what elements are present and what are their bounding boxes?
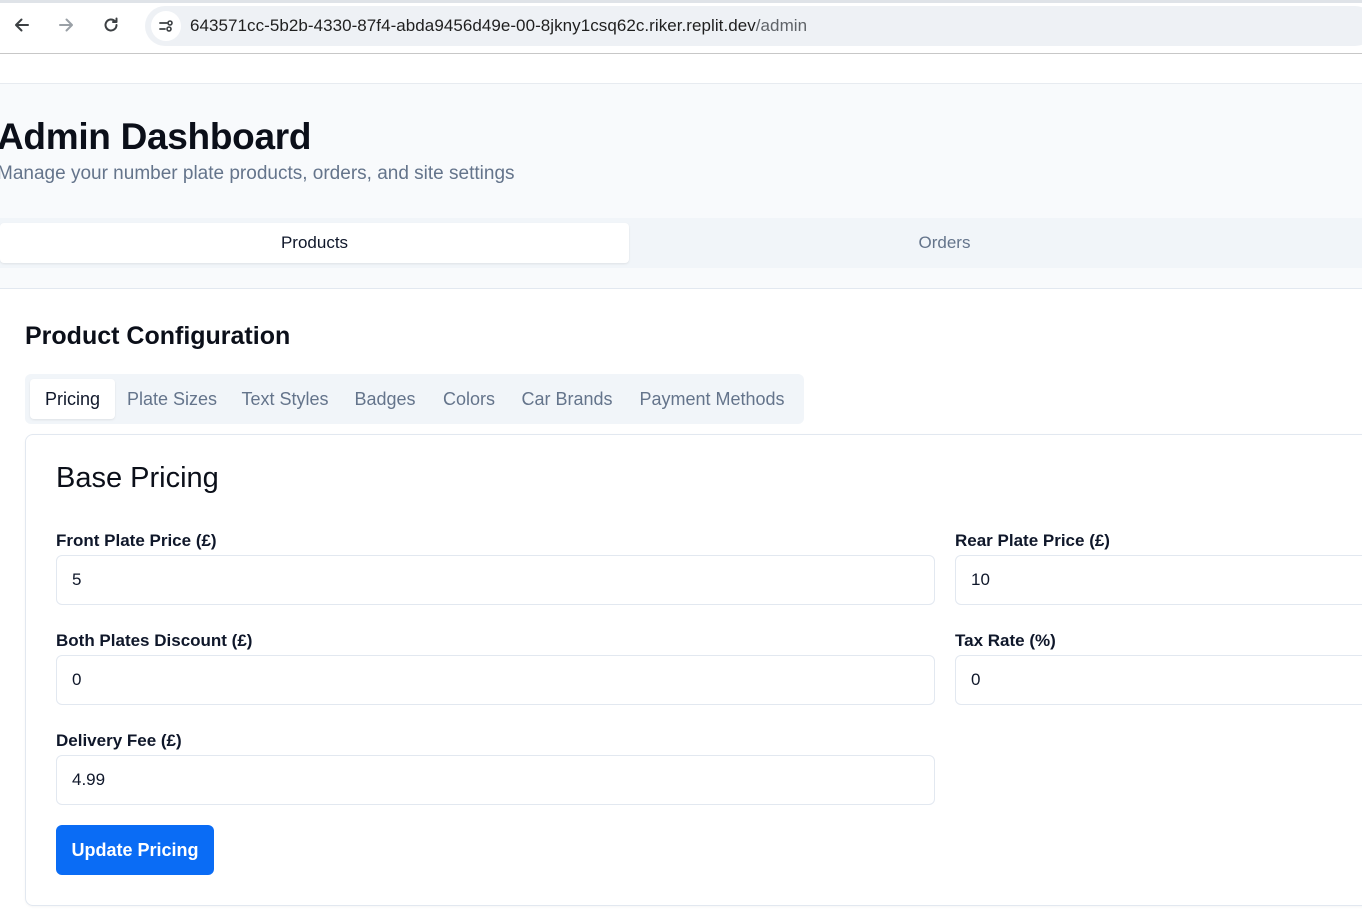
- update-pricing-button[interactable]: Update Pricing: [56, 825, 214, 875]
- tax-rate-label: Tax Rate (%): [955, 631, 1056, 650]
- tab-colors[interactable]: Colors: [429, 379, 509, 419]
- site-settings-icon[interactable]: [151, 11, 181, 41]
- rear-plate-price-input[interactable]: 10: [955, 555, 1362, 605]
- front-plate-price-label: Front Plate Price (£): [56, 531, 217, 550]
- forward-arrow-icon[interactable]: [51, 10, 81, 40]
- url-host: 643571cc-5b2b-4330-87f4-abda9456d49e-00-…: [190, 16, 756, 35]
- page-title: Admin Dashboard: [0, 116, 312, 157]
- main-tabs: Products Orders: [0, 218, 1362, 268]
- tab-car-brands[interactable]: Car Brands: [512, 379, 622, 419]
- tab-orders[interactable]: Orders: [629, 223, 1260, 263]
- reload-icon[interactable]: [96, 10, 126, 40]
- delivery-fee-label: Delivery Fee (£): [56, 731, 182, 750]
- tab-payment-methods[interactable]: Payment Methods: [625, 379, 799, 419]
- both-plates-discount-label: Both Plates Discount (£): [56, 631, 253, 650]
- url-path: /admin: [755, 16, 808, 35]
- section-title: Product Configuration: [25, 322, 291, 350]
- browser-toolbar: 643571cc-5b2b-4330-87f4-abda9456d49e-00-…: [0, 0, 1362, 54]
- rear-plate-price-label: Rear Plate Price (£): [955, 531, 1110, 550]
- back-arrow-icon[interactable]: [7, 10, 37, 40]
- delivery-fee-input[interactable]: 4.99: [56, 755, 935, 805]
- tab-plate-sizes[interactable]: Plate Sizes: [117, 379, 227, 419]
- config-tabs: Pricing Plate Sizes Text Styles Badges C…: [25, 374, 804, 424]
- tab-text-styles[interactable]: Text Styles: [230, 379, 340, 419]
- url-text[interactable]: 643571cc-5b2b-4330-87f4-abda9456d49e-00-…: [190, 16, 807, 36]
- tab-products[interactable]: Products: [0, 223, 629, 263]
- card-title: Base Pricing: [56, 462, 219, 494]
- both-plates-discount-input[interactable]: 0: [56, 655, 935, 705]
- tab-badges[interactable]: Badges: [343, 379, 427, 419]
- address-bar[interactable]: 643571cc-5b2b-4330-87f4-abda9456d49e-00-…: [145, 6, 1362, 46]
- tab-pricing[interactable]: Pricing: [30, 379, 115, 419]
- tax-rate-input[interactable]: 0: [955, 655, 1362, 705]
- page-subtitle: Manage your number plate products, order…: [0, 163, 515, 184]
- front-plate-price-input[interactable]: 5: [56, 555, 935, 605]
